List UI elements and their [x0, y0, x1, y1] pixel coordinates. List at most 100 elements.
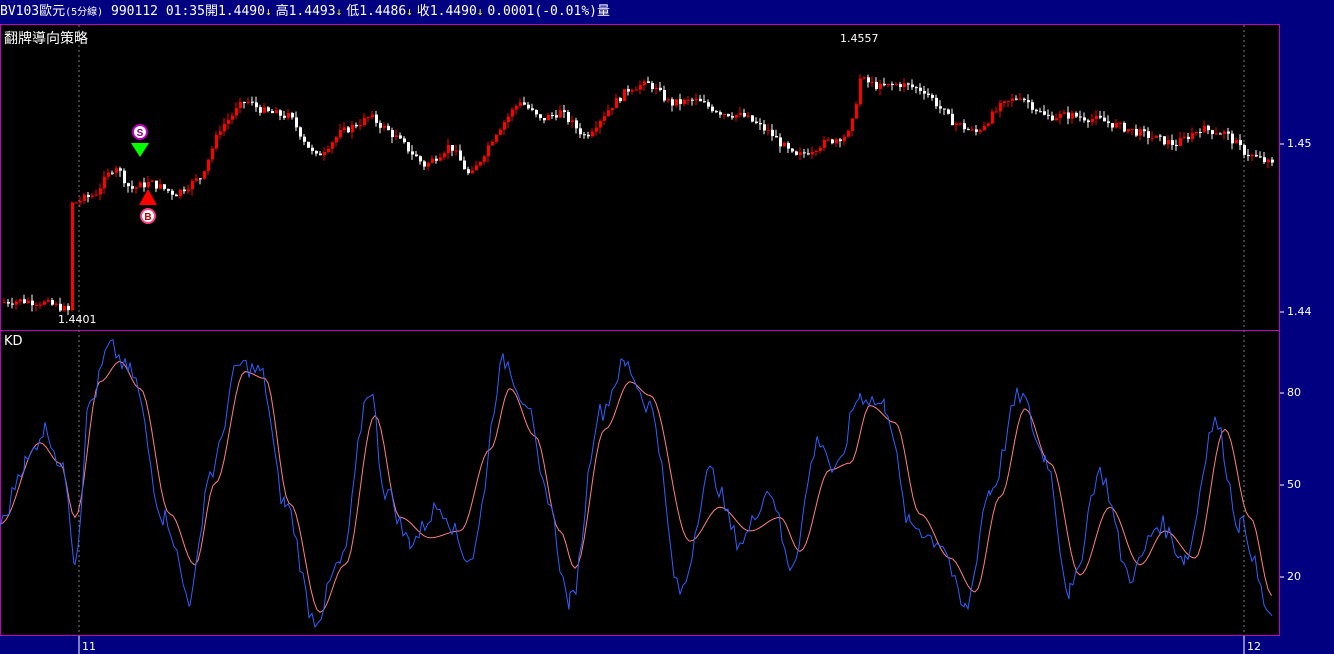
candle-body: [491, 141, 494, 146]
candle-body: [15, 301, 18, 305]
candle-body: [503, 122, 506, 130]
candle-body: [1175, 144, 1178, 147]
candle-body: [103, 176, 106, 189]
candle-body: [211, 148, 214, 160]
candle-body: [391, 130, 394, 138]
candle-body: [227, 119, 230, 124]
candle-body: [1083, 117, 1086, 121]
candle-body: [859, 78, 862, 105]
candle-body: [1231, 133, 1234, 144]
candle-body: [959, 123, 962, 125]
candle-body: [1043, 111, 1046, 115]
candle-body: [839, 139, 842, 142]
candle-body: [599, 120, 602, 128]
candle-body: [7, 301, 10, 304]
strategy-title: 翻牌導向策略: [4, 31, 88, 47]
candle-body: [427, 162, 430, 167]
candle-body: [1143, 129, 1146, 132]
candle-body: [1067, 112, 1070, 119]
candle-body: [563, 110, 566, 113]
candle-body: [291, 113, 294, 118]
candle-body: [971, 129, 974, 131]
candle-body: [275, 110, 278, 114]
candle-body: [115, 168, 118, 173]
candle-body: [643, 81, 646, 86]
candle-body: [539, 114, 542, 118]
candle-body: [411, 151, 414, 155]
candle-body: [1059, 113, 1062, 119]
candle-body: [123, 170, 126, 184]
candle-body: [663, 90, 666, 101]
candle-body: [267, 107, 270, 112]
candle-body: [1243, 145, 1246, 155]
candle-body: [995, 111, 998, 113]
candle-body: [447, 145, 450, 154]
candle-body: [1119, 122, 1122, 124]
candle-body: [919, 87, 922, 91]
candle-body: [83, 194, 86, 202]
candle-body: [923, 90, 926, 94]
candle-body: [259, 107, 262, 113]
candle-body: [835, 139, 838, 144]
sell-signal-label: S: [137, 128, 144, 139]
candle-body: [1259, 156, 1262, 158]
candle-body: [1095, 115, 1098, 119]
candle-body: [147, 181, 150, 188]
candle-body: [371, 114, 374, 118]
candle-body: [555, 115, 558, 118]
candle-body: [811, 151, 814, 155]
candle-body: [903, 83, 906, 87]
candle-body: [75, 202, 78, 204]
candle-body: [635, 89, 638, 91]
candle-body: [443, 153, 446, 158]
candle-body: [639, 85, 642, 90]
candle-body: [243, 101, 246, 103]
candle-body: [887, 83, 890, 86]
candle-body: [727, 114, 730, 117]
candle-body: [139, 182, 142, 188]
candle-body: [963, 123, 966, 130]
candle-body: [387, 125, 390, 131]
price-panel: [0, 24, 1280, 331]
candle-body: [587, 134, 590, 137]
candle-body: [755, 121, 758, 123]
candle-body: [779, 137, 782, 147]
candle-body: [199, 178, 202, 180]
candle-body: [927, 93, 930, 95]
time-axis-label: 12: [1247, 640, 1261, 653]
candle-body: [631, 90, 634, 92]
candle-body: [331, 142, 334, 149]
candle-body: [1115, 123, 1118, 128]
candle-body: [667, 99, 670, 101]
candle-body: [783, 143, 786, 147]
candle-body: [1167, 140, 1170, 145]
kd-axis-tick-label: 50: [1287, 478, 1301, 491]
candle-body: [515, 105, 518, 110]
candle-body: [35, 304, 38, 306]
candle-body: [263, 107, 266, 113]
candle-body: [511, 109, 514, 117]
candle-body: [723, 114, 726, 116]
candle-body: [1199, 132, 1202, 134]
candle-body: [319, 153, 322, 156]
candle-body: [499, 129, 502, 135]
candle-body: [235, 108, 238, 116]
candle-body: [59, 303, 62, 311]
candle-body: [527, 104, 530, 109]
candle-body: [43, 301, 46, 305]
candle-body: [907, 83, 910, 85]
candle-body: [247, 101, 250, 103]
candle-body: [307, 141, 310, 148]
candle-body: [535, 109, 538, 115]
candle-body: [1171, 140, 1174, 145]
candle-body: [1007, 100, 1010, 102]
candle-body: [327, 148, 330, 153]
candle-body: [575, 120, 578, 129]
candle-body: [1187, 136, 1190, 140]
candle-body: [1179, 137, 1182, 147]
candle-body: [975, 129, 978, 132]
candle-body: [203, 171, 206, 179]
candle-body: [1015, 98, 1018, 100]
price-axis-tick-label: 1.44: [1287, 305, 1312, 318]
price-axis-tick-label: 1.45: [1287, 137, 1312, 150]
